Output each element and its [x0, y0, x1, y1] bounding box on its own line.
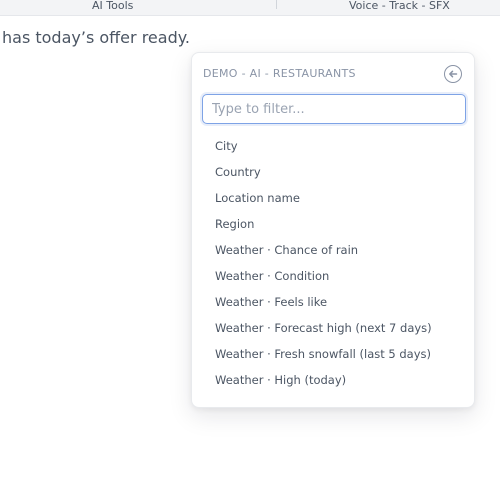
- list-item-weather-condition[interactable]: Weather · Condition: [192, 263, 474, 289]
- list-item-weather-high-today[interactable]: Weather · High (today): [192, 367, 474, 393]
- variable-picker-popover: DEMO - AI - RESTAURANTS City Country Loc…: [191, 52, 475, 408]
- popover-header: DEMO - AI - RESTAURANTS: [203, 65, 462, 83]
- popover-title: DEMO - AI - RESTAURANTS: [203, 67, 356, 80]
- background-message: has today’s offer ready.: [2, 28, 190, 47]
- list-item-weather-fresh-snowfall[interactable]: Weather · Fresh snowfall (last 5 days): [192, 341, 474, 367]
- top-tab-bar: AI Tools Voice - Track - SFX: [0, 0, 500, 16]
- filter-input[interactable]: [202, 94, 466, 124]
- tab-voice-track-sfx[interactable]: Voice - Track - SFX: [349, 0, 450, 14]
- tab-divider: [276, 0, 277, 9]
- list-item-weather-chance-of-rain[interactable]: Weather · Chance of rain: [192, 237, 474, 263]
- variable-list: City Country Location name Region Weathe…: [192, 133, 474, 393]
- list-item-weather-feels-like[interactable]: Weather · Feels like: [192, 289, 474, 315]
- list-item-city[interactable]: City: [192, 133, 474, 159]
- list-item-weather-forecast-high[interactable]: Weather · Forecast high (next 7 days): [192, 315, 474, 341]
- list-item-country[interactable]: Country: [192, 159, 474, 185]
- tab-ai-tools[interactable]: AI Tools: [92, 0, 133, 14]
- circle-arrow-left-icon: [449, 70, 458, 78]
- list-item-region[interactable]: Region: [192, 211, 474, 237]
- list-item-location-name[interactable]: Location name: [192, 185, 474, 211]
- back-button[interactable]: [444, 65, 462, 83]
